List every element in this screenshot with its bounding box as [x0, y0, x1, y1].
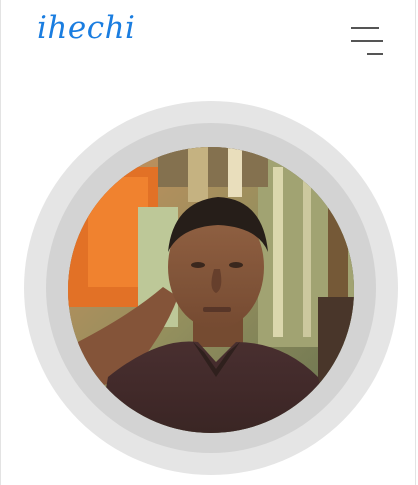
hamburger-menu-icon [351, 27, 383, 55]
profile-photo [68, 147, 354, 433]
profile-avatar [24, 101, 398, 475]
page: ihechi [0, 0, 416, 485]
brand-logo[interactable]: ihechi [37, 13, 135, 44]
header: ihechi [1, 0, 415, 80]
menu-button[interactable] [347, 22, 387, 60]
